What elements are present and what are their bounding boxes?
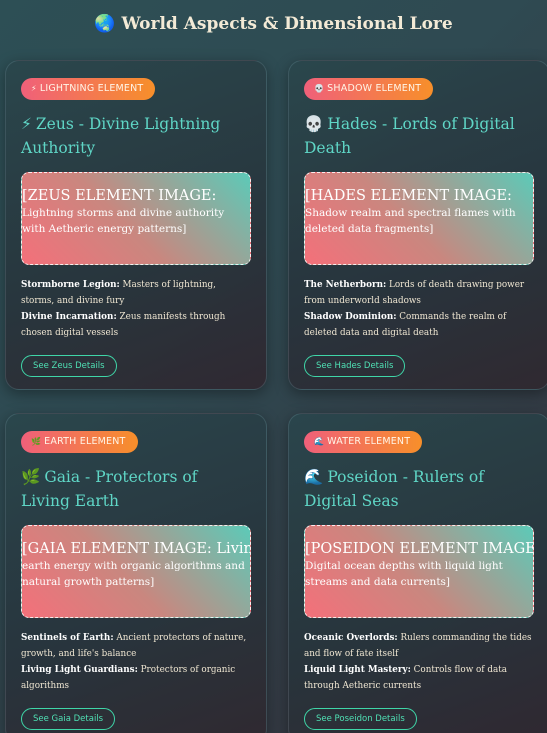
lore-item-label: Sentinels of Earth: xyxy=(21,633,114,643)
lore-item: Living Light Guardians: Protectors of or… xyxy=(21,662,251,694)
see-gaia-details-button[interactable]: See Gaia Details xyxy=(21,708,116,730)
element-image-placeholder: [HADES ELEMENT IMAGE: Shadow realm and s… xyxy=(304,172,534,265)
card-title-text: Poseidon - Rulers of Digital Seas xyxy=(304,468,485,510)
lore-list: Sentinels of Earth: Ancient protectors o… xyxy=(21,630,251,694)
badge-label: WATER ELEMENT xyxy=(327,436,411,447)
card-title: 💀 Hades - Lords of Digital Death xyxy=(304,112,534,160)
card-title-text: Zeus - Divine Lightning Authority xyxy=(21,115,221,157)
card-title-text: Gaia - Protectors of Living Earth xyxy=(21,468,198,510)
lore-list: The Netherborn: Lords of death drawing p… xyxy=(304,277,534,341)
badge-label: SHADOW ELEMENT xyxy=(327,83,422,94)
image-placeholder-description: Lightning storms and divine authority wi… xyxy=(22,207,225,235)
badge-label: EARTH ELEMENT xyxy=(44,436,126,447)
leaf-icon: 🌿 xyxy=(31,437,42,446)
element-card-gaia: 🌿 EARTH ELEMENT 🌿 Gaia - Protectors of Liv… xyxy=(5,413,267,733)
card-title-text: Hades - Lords of Digital Death xyxy=(304,115,515,157)
skull-icon: 💀 xyxy=(314,84,325,93)
lore-item-label: Divine Incarnation: xyxy=(21,312,117,322)
lore-list: Stormborne Legion: Masters of lightning,… xyxy=(21,277,251,341)
image-placeholder-heading: [HADES ELEMENT IMAGE: xyxy=(305,188,512,204)
wave-icon: 🌊 xyxy=(314,437,325,446)
card-title: 🌊 Poseidon - Rulers of Digital Seas xyxy=(304,465,534,513)
image-placeholder-description: earth energy with organic algorithms and… xyxy=(22,560,245,588)
element-badge: 💀 SHADOW ELEMENT xyxy=(304,78,434,100)
badge-label: LIGHTNING ELEMENT xyxy=(39,83,144,94)
lore-list: Oceanic Overlords: Rulers commanding the… xyxy=(304,630,534,694)
lore-item-label: Oceanic Overlords: xyxy=(304,633,398,643)
image-placeholder-heading: [ZEUS ELEMENT IMAGE: xyxy=(22,188,217,204)
page-title: 🌏 World Aspects & Dimensional Lore xyxy=(0,14,547,34)
see-zeus-details-button[interactable]: See Zeus Details xyxy=(21,355,117,377)
lore-item: Sentinels of Earth: Ancient protectors o… xyxy=(21,630,251,662)
element-badge: ⚡ LIGHTNING ELEMENT xyxy=(21,78,156,100)
lore-item: Liquid Light Mastery: Controls flow of d… xyxy=(304,662,534,694)
lore-item: Shadow Dominion: Commands the realm of d… xyxy=(304,309,534,341)
lore-item-label: The Netherborn: xyxy=(304,280,387,290)
element-card-poseidon: 🌊 WATER ELEMENT 🌊 Poseidon - Rulers of Dig… xyxy=(288,413,547,733)
see-poseidon-details-button[interactable]: See Poseidon Details xyxy=(304,708,417,730)
card-title: ⚡ Zeus - Divine Lightning Authority xyxy=(21,112,251,160)
element-badge: 🌊 WATER ELEMENT xyxy=(304,431,423,453)
image-placeholder-description: Digital ocean depths with liquid light s… xyxy=(305,560,503,588)
element-image-placeholder: [POSEIDON ELEMENT IMAGE: Digital ocean d… xyxy=(304,525,534,618)
element-card-hades: 💀 SHADOW ELEMENT 💀 Hades - Lords of Digita… xyxy=(288,60,547,390)
leaf-icon: 🌿 xyxy=(21,468,41,486)
skull-icon: 💀 xyxy=(304,115,324,133)
lore-item: The Netherborn: Lords of death drawing p… xyxy=(304,277,534,309)
lore-item: Divine Incarnation: Zeus manifests throu… xyxy=(21,309,251,341)
element-image-placeholder: [ZEUS ELEMENT IMAGE: Lightning storms an… xyxy=(21,172,251,265)
element-card-zeus: ⚡ LIGHTNING ELEMENT ⚡ Zeus - Divine Lightn… xyxy=(5,60,267,390)
page-title-text: World Aspects & Dimensional Lore xyxy=(121,14,453,34)
image-placeholder-heading: [GAIA ELEMENT IMAGE: Living xyxy=(22,541,251,557)
lore-item-label: Shadow Dominion: xyxy=(304,312,397,322)
globe-icon: 🌏 xyxy=(94,14,116,34)
wave-icon: 🌊 xyxy=(304,468,324,486)
element-image-placeholder: [GAIA ELEMENT IMAGE: Living earth energy… xyxy=(21,525,251,618)
see-hades-details-button[interactable]: See Hades Details xyxy=(304,355,406,377)
lore-item: Stormborne Legion: Masters of lightning,… xyxy=(21,277,251,309)
lightning-icon: ⚡ xyxy=(21,115,32,133)
lightning-icon: ⚡ xyxy=(31,84,37,93)
card-title: 🌿 Gaia - Protectors of Living Earth xyxy=(21,465,251,513)
image-placeholder-description: Shadow realm and spectral flames with de… xyxy=(305,207,516,235)
lore-item-label: Living Light Guardians: xyxy=(21,665,138,675)
lore-item-label: Liquid Light Mastery: xyxy=(304,665,411,675)
lore-item-label: Stormborne Legion: xyxy=(21,280,120,290)
lore-item: Oceanic Overlords: Rulers commanding the… xyxy=(304,630,534,662)
element-badge: 🌿 EARTH ELEMENT xyxy=(21,431,138,453)
image-placeholder-heading: [POSEIDON ELEMENT IMAGE: xyxy=(305,541,534,557)
